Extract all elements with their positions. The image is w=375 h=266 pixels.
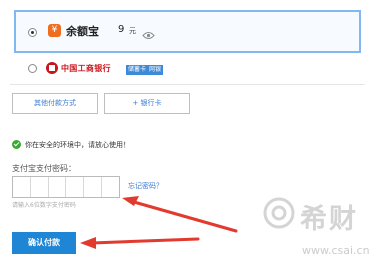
watermark-text: 希财 (300, 204, 358, 235)
safety-notice: 你在安全的环境中，请放心使用！ (25, 141, 130, 149)
password-hint: 请输入6位数字支付密码 (12, 202, 76, 209)
yuebao-logo-icon: ¥ (48, 24, 61, 37)
online-banking-tag: 网银 (147, 65, 164, 75)
password-digit-cell[interactable] (84, 177, 103, 197)
forgot-password-link[interactable]: 忘记密码？ (128, 181, 163, 191)
eye-icon[interactable] (142, 25, 155, 44)
password-digit-cell[interactable] (66, 177, 85, 197)
watermark-url: www.csai.cn (302, 244, 370, 257)
debit-card-tag: 储蓄卡 (126, 65, 149, 75)
yuebao-radio[interactable] (28, 28, 37, 37)
payment-option-yuebao[interactable]: ¥ 余额宝 9 元 (14, 10, 361, 53)
yuebao-amount: 9 (118, 24, 125, 35)
other-payment-methods-button[interactable]: 其他付款方式 (12, 93, 98, 114)
password-digit-cell[interactable] (13, 177, 31, 197)
arrow-to-password (122, 196, 238, 233)
icbc-radio[interactable] (28, 64, 37, 73)
password-input[interactable] (12, 176, 120, 198)
check-icon (12, 140, 21, 149)
confirm-payment-button[interactable]: 确认付款 (12, 232, 76, 254)
arrow-to-confirm (80, 237, 200, 249)
yuebao-label: 余额宝 (66, 25, 99, 38)
watermark-logo-icon (262, 196, 296, 234)
password-label: 支付宝支付密码： (12, 164, 76, 173)
password-digit-cell[interactable] (102, 177, 119, 197)
password-digit-cell[interactable] (49, 177, 67, 197)
password-digit-cell[interactable] (31, 177, 49, 197)
divider (10, 84, 365, 85)
icbc-bank-name: 中国工商银行 (61, 64, 111, 73)
add-bank-card-button[interactable]: + 银行卡 (104, 93, 190, 114)
yuebao-amount-unit: 元 (129, 27, 136, 35)
icbc-logo-icon (46, 62, 58, 74)
